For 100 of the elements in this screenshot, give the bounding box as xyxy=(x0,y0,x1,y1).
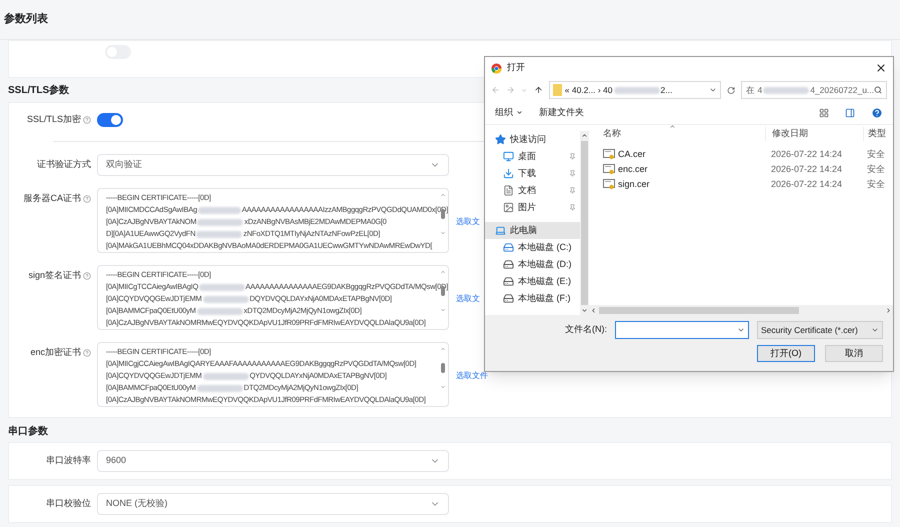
open-button[interactable]: 打开(O) xyxy=(757,345,815,362)
search-text: 4_20260722_u... xyxy=(810,84,874,96)
nav-item[interactable]: 本地磁盘 (E:) xyxy=(485,273,580,290)
help-icon[interactable] xyxy=(83,194,91,203)
certificate-file-icon xyxy=(603,179,615,190)
scroll-up-icon[interactable] xyxy=(581,132,588,139)
file-date: 2026-07-22 14:24 xyxy=(770,162,844,176)
dialog-title: 打开 xyxy=(507,61,526,74)
field-label: 串口波特率 xyxy=(46,454,91,468)
filename-label: 文件名(N): xyxy=(565,323,607,336)
toggle-switch[interactable] xyxy=(97,113,123,127)
certificate-textarea[interactable] xyxy=(97,265,449,330)
certificate-textarea[interactable] xyxy=(97,188,449,253)
drive-icon xyxy=(503,242,514,253)
section-title: SSL/TLS参数 xyxy=(8,84,70,98)
browser-logo-icon xyxy=(491,62,502,74)
search-field[interactable]: 在 4 4_20260722_u... xyxy=(741,81,888,99)
column-header[interactable]: 名称 xyxy=(589,127,765,141)
blurred-redaction xyxy=(202,296,249,302)
nav-item[interactable]: 文档 xyxy=(485,182,580,199)
nav-item[interactable]: 图片 xyxy=(485,199,580,216)
blurred-redaction xyxy=(202,372,249,380)
nav-item[interactable]: 本地磁盘 (C:) xyxy=(485,239,580,256)
organize-menu[interactable]: 组织 xyxy=(495,106,523,120)
column-header[interactable]: 修改日期 xyxy=(765,127,863,141)
scroll-down-icon[interactable] xyxy=(581,307,588,314)
blurred-redaction xyxy=(196,384,243,392)
blurred-redaction xyxy=(196,308,243,314)
scroll-right-icon[interactable] xyxy=(885,306,892,314)
file-date: 2026-07-22 14:24 xyxy=(770,178,844,191)
drive-icon xyxy=(503,293,514,304)
chevron-down-icon[interactable] xyxy=(708,86,717,94)
certificate-file-icon xyxy=(603,149,615,160)
file-row[interactable]: sign.cer 2026-07-22 14:24 安全 xyxy=(589,177,893,192)
select-field[interactable]: NONE (无校验) xyxy=(97,493,449,515)
caret-icon xyxy=(516,109,523,116)
file-row[interactable]: enc.cer 2026-07-22 14:24 安全 xyxy=(589,162,893,177)
image-icon xyxy=(503,202,514,213)
up-icon[interactable] xyxy=(534,85,543,95)
horizontal-scrollbar[interactable] xyxy=(589,305,893,315)
address-bar[interactable]: « 40.2... › 40 2... xyxy=(548,81,721,99)
document-icon xyxy=(503,185,514,196)
folder-icon xyxy=(552,84,562,96)
column-header[interactable]: 类型 xyxy=(863,127,886,141)
star-icon xyxy=(495,134,506,145)
blurred-redaction xyxy=(614,86,660,94)
choose-file-link[interactable]: 选取文 xyxy=(456,293,480,305)
help-icon[interactable] xyxy=(83,348,91,357)
blurred-redaction xyxy=(199,284,245,290)
close-icon[interactable] xyxy=(875,62,887,74)
search-text: 在 4 xyxy=(746,84,762,96)
field-label: enc加密证书 xyxy=(30,346,81,359)
file-name: sign.cer xyxy=(618,178,650,191)
sort-icon xyxy=(669,123,676,130)
preview-pane-icon[interactable] xyxy=(845,108,855,118)
filename-input[interactable] xyxy=(615,321,749,339)
blurred-redaction xyxy=(197,218,244,226)
file-name: enc.cer xyxy=(618,162,648,176)
choose-file-link[interactable]: 选取文 xyxy=(456,216,480,228)
nav-item[interactable]: 快速访问 xyxy=(485,131,580,148)
help-icon[interactable] xyxy=(83,272,91,280)
view-options-icon[interactable] xyxy=(819,108,829,118)
certificate-file-icon xyxy=(603,164,615,175)
choose-file-link[interactable]: 选取文件 xyxy=(456,370,488,382)
cancel-button[interactable]: 取消 xyxy=(825,345,883,362)
chevron-down-icon[interactable] xyxy=(737,326,745,334)
chevron-down-icon xyxy=(871,326,879,334)
computer-icon xyxy=(495,225,506,236)
field-label: sign签名证书 xyxy=(28,269,81,282)
file-name: CA.cer xyxy=(618,148,646,161)
select-field[interactable]: 9600 xyxy=(97,450,449,472)
drive-icon xyxy=(503,276,514,287)
nav-item[interactable]: 本地磁盘 (F:) xyxy=(485,290,580,307)
nav-item[interactable]: 桌面 xyxy=(485,148,580,165)
refresh-icon[interactable] xyxy=(726,86,736,94)
nav-item[interactable]: 本地磁盘 (D:) xyxy=(485,256,580,273)
section-title: 串口参数 xyxy=(8,424,48,438)
search-icon[interactable] xyxy=(874,86,882,94)
file-type: 安全 xyxy=(866,162,885,176)
certificate-textarea[interactable] xyxy=(97,342,449,407)
nav-item[interactable]: 下载 xyxy=(485,165,580,182)
file-type: 安全 xyxy=(866,148,885,161)
desktop-icon xyxy=(503,151,514,162)
file-row[interactable]: CA.cer 2026-07-22 14:24 安全 xyxy=(589,147,893,162)
blurred-redaction xyxy=(196,230,242,238)
scroll-left-icon[interactable] xyxy=(590,306,597,314)
download-icon xyxy=(503,168,514,179)
help-icon[interactable] xyxy=(83,116,91,124)
field-label: SSL/TLS加密 xyxy=(26,113,81,126)
nav-item[interactable]: 此电脑 xyxy=(485,222,580,239)
new-folder-button[interactable]: 新建文件夹 xyxy=(539,106,584,120)
scrollbar[interactable] xyxy=(580,131,589,315)
file-type: 安全 xyxy=(866,178,885,191)
blurred-redaction xyxy=(198,206,241,214)
file-type-select[interactable]: Security Certificate (*.cer) xyxy=(757,321,883,339)
field-label: 证书验证方式 xyxy=(37,158,91,172)
page-title: 参数列表 xyxy=(4,12,48,28)
drive-icon xyxy=(503,259,514,270)
select-field[interactable]: 双向验证 xyxy=(97,154,449,176)
field-label: 服务器CA证书 xyxy=(23,192,81,205)
